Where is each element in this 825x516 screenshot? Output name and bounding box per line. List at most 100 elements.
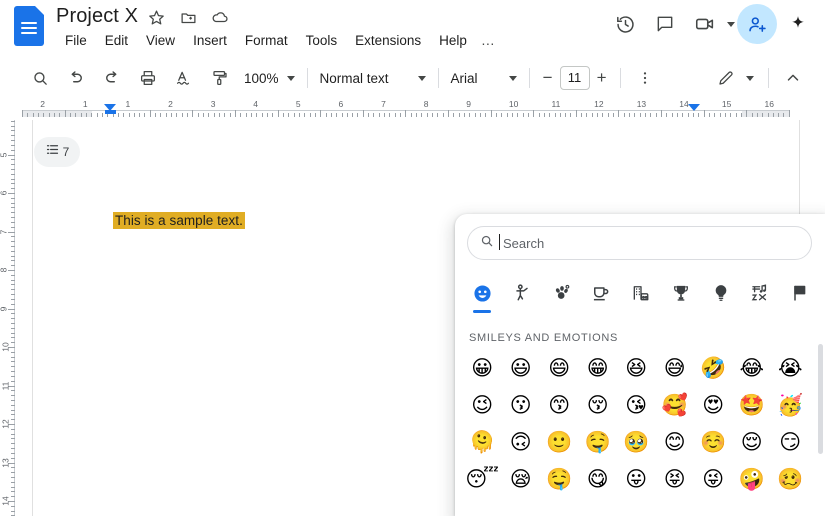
share-add-person-icon[interactable] — [737, 4, 777, 44]
menu-view[interactable]: View — [137, 31, 184, 50]
emoji-cell[interactable]: 😁 — [579, 351, 618, 387]
emoji-cell[interactable]: 😚 — [579, 388, 618, 424]
emoji-picker-scrollbar[interactable] — [818, 344, 823, 454]
category-smileys-tab[interactable] — [467, 278, 497, 313]
emoji-cell[interactable]: 🙂 — [540, 425, 579, 461]
font-family-selector[interactable]: Arial — [445, 64, 523, 92]
emoji-cell[interactable]: 😀 — [463, 351, 502, 387]
more-options-icon[interactable] — [631, 64, 659, 92]
emoji-cell[interactable]: ☺️ — [694, 425, 733, 461]
emoji-cell[interactable]: 🫠 — [463, 425, 502, 461]
google-docs-icon[interactable] — [14, 6, 44, 46]
ruler-tick — [384, 113, 386, 117]
document-outline-button[interactable]: 7 — [34, 137, 80, 167]
emoji-cell[interactable]: 😄 — [540, 351, 579, 387]
emoji-cell[interactable]: 😴 — [463, 462, 502, 498]
category-animals-nature-tab[interactable] — [547, 278, 577, 308]
right-indent-marker[interactable] — [688, 104, 700, 111]
category-people-tab[interactable] — [507, 278, 537, 308]
spelling-check-icon[interactable] — [170, 64, 198, 92]
meet-dropdown-caret-icon[interactable] — [727, 21, 735, 27]
emoji-cell[interactable]: 🤣 — [694, 351, 733, 387]
editing-mode-caret-icon[interactable] — [746, 75, 754, 81]
ruler-tick — [309, 113, 311, 117]
comment-history-icon[interactable] — [646, 5, 684, 43]
emoji-cell[interactable]: 😏 — [771, 425, 810, 461]
menu-file[interactable]: File — [56, 31, 96, 50]
menu-help[interactable]: Help — [430, 31, 476, 50]
emoji-cell[interactable]: 🥴 — [771, 462, 810, 498]
emoji-cell[interactable]: 🤤 — [540, 462, 579, 498]
emoji-cell[interactable]: 🙃 — [502, 425, 541, 461]
emoji-cell[interactable]: 😭 — [771, 351, 810, 387]
emoji-cell[interactable]: 😆 — [617, 351, 656, 387]
menu-edit[interactable]: Edit — [96, 31, 137, 50]
menu-overflow-icon[interactable]: … — [476, 30, 500, 50]
emoji-cell[interactable]: 😌 — [733, 425, 772, 461]
editing-mode-pencil-icon[interactable] — [712, 64, 740, 92]
emoji-cell[interactable]: 🥹 — [617, 425, 656, 461]
emoji-cell[interactable]: 😗 — [502, 388, 541, 424]
gemini-sparkle-icon[interactable] — [779, 5, 817, 43]
cloud-saved-icon[interactable] — [210, 7, 230, 27]
ruler-tick — [10, 250, 15, 252]
zoom-selector[interactable]: 100% — [238, 64, 301, 92]
emoji-cell[interactable]: 🥳 — [771, 388, 810, 424]
category-activities-events-tab[interactable] — [666, 278, 696, 308]
category-food-drink-tab[interactable] — [586, 278, 616, 308]
emoji-search-field[interactable]: Search — [467, 226, 812, 260]
ruler-tick — [586, 113, 588, 117]
emoji-cell[interactable]: 😍 — [694, 388, 733, 424]
emoji-cell[interactable]: 😛 — [617, 462, 656, 498]
emoji-cell[interactable]: 😃 — [502, 351, 541, 387]
ruler-number: 15 — [721, 99, 732, 109]
emoji-cell[interactable]: 😂 — [733, 351, 772, 387]
font-size-input[interactable]: 11 — [559, 66, 590, 90]
emoji-picker-panel[interactable]: Search SMILEYS AND EMOTIONS 😀 😃 😄 😁 😆 😅 … — [455, 214, 825, 516]
emoji-cell[interactable]: 😉 — [463, 388, 502, 424]
emoji-cell[interactable]: 😋 — [579, 462, 618, 498]
collapse-menus-chevron-icon[interactable] — [779, 64, 807, 92]
menu-insert[interactable]: Insert — [184, 31, 236, 50]
paragraph-style-selector[interactable]: Normal text — [314, 64, 432, 92]
emoji-cell[interactable]: 🥰 — [656, 388, 695, 424]
left-indent-marker[interactable] — [105, 110, 116, 114]
document-body-text[interactable]: This is a sample text. — [113, 212, 245, 229]
emoji-cell[interactable]: 😝 — [656, 462, 695, 498]
meet-video-icon[interactable] — [686, 5, 724, 43]
category-travel-places-tab[interactable] — [626, 278, 656, 308]
emoji-cell[interactable]: 🤤 — [579, 425, 618, 461]
ruler-tick — [698, 113, 700, 117]
emoji-cell[interactable]: 🤩 — [733, 388, 772, 424]
category-symbols-tab[interactable] — [745, 278, 775, 308]
paint-format-icon[interactable] — [206, 64, 234, 92]
move-to-folder-icon[interactable] — [178, 7, 198, 27]
emoji-cell[interactable]: 😜 — [694, 462, 733, 498]
category-objects-tab[interactable] — [706, 278, 736, 308]
decrease-font-size-button[interactable]: − — [536, 66, 560, 90]
version-history-icon[interactable] — [606, 5, 644, 43]
undo-icon[interactable] — [62, 64, 90, 92]
horizontal-ruler[interactable]: 2 1 1 2 3 4 5 6 7 8 9 10 11 12 13 14 15 16 — [0, 98, 825, 120]
emoji-cell[interactable]: 😊 — [656, 425, 695, 461]
redo-icon[interactable] — [98, 64, 126, 92]
emoji-cell[interactable]: 🤪 — [733, 462, 772, 498]
increase-font-size-button[interactable]: + — [590, 66, 614, 90]
menu-tools[interactable]: Tools — [297, 31, 347, 50]
document-title[interactable]: Project X — [56, 5, 138, 28]
search-menus-icon[interactable] — [26, 64, 54, 92]
ruler-number: 12 — [0, 419, 11, 429]
ruler-number: 10 — [508, 99, 519, 109]
vertical-ruler[interactable]: 4567891011121314 — [0, 120, 22, 516]
ruler-tick — [10, 404, 15, 406]
menu-format[interactable]: Format — [236, 31, 297, 50]
print-icon[interactable] — [134, 64, 162, 92]
category-flags-tab[interactable] — [785, 278, 815, 308]
emoji-cell[interactable]: 😘 — [617, 388, 656, 424]
emoji-cell[interactable]: 😙 — [540, 388, 579, 424]
emoji-cell[interactable]: 😅 — [656, 351, 695, 387]
star-icon[interactable] — [146, 7, 166, 27]
emoji-cell[interactable]: 😪 — [502, 462, 541, 498]
menu-extensions[interactable]: Extensions — [346, 31, 430, 50]
emoji-grid[interactable]: 😀 😃 😄 😁 😆 😅 🤣 😂 😭 😉 😗 😙 😚 😘 🥰 😍 🤩 🥳 🫠 🙃 🙂 🤤 🥹 😊 ☺️ 😌 😏 😴 😪 🤤 😋 😛 😝 😜 🤪 🥴 — [463, 350, 817, 498]
